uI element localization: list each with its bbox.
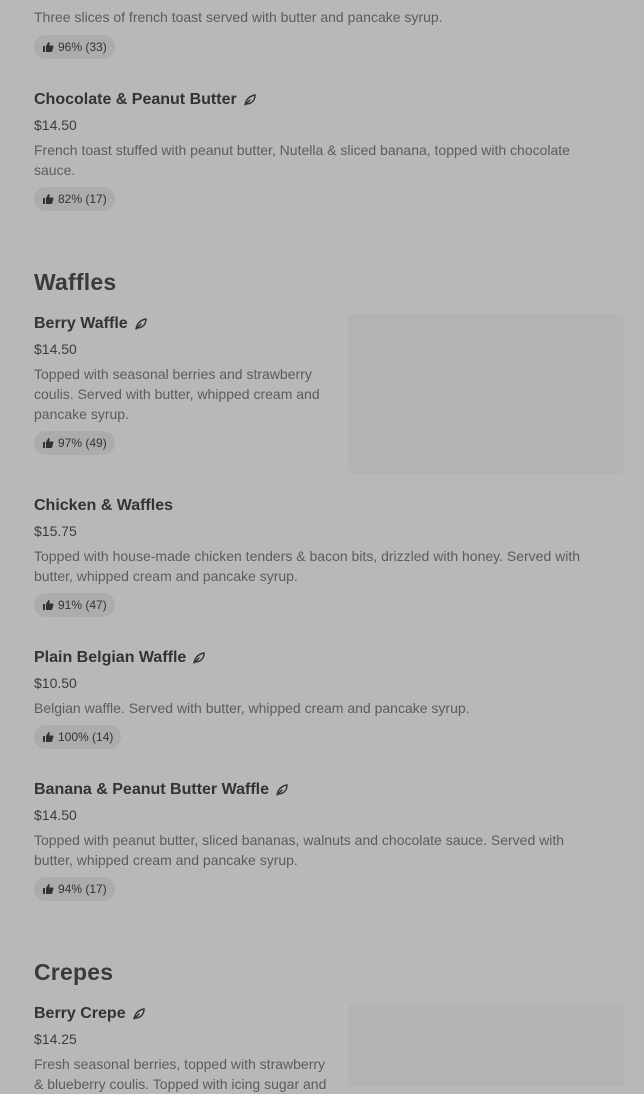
leaf-icon: [134, 318, 147, 330]
rating-text: 97% (49): [58, 436, 107, 450]
item-name: Plain Belgian Waffle: [34, 649, 187, 666]
menu-item[interactable]: Chicken & Waffles $15.75 Topped with hou…: [34, 496, 614, 586]
item-description: Topped with peanut butter, sliced banana…: [34, 832, 565, 868]
item-name-row: Banana & Peanut Butter Waffle: [34, 780, 614, 800]
item-name-row: Berry Crepe: [34, 1004, 334, 1024]
item-description: Belgian waffle. Served with butter, whip…: [34, 700, 470, 716]
rating-text: 96% (33): [58, 40, 107, 54]
menu-item[interactable]: Berry Crepe $14.25 Fresh seasonal berrie…: [34, 1004, 334, 1094]
item-price: $14.50: [34, 341, 77, 357]
item-name-row: Chicken & Waffles: [34, 496, 614, 516]
rating-badge: 91% (47): [34, 593, 115, 617]
item-description: Topped with house-made chicken tenders &…: [34, 548, 581, 584]
thumbs-up-icon: [43, 438, 54, 448]
item-name-row: Chocolate & Peanut Butter: [34, 90, 614, 110]
rating-text: 100% (14): [58, 730, 114, 744]
thumbs-up-icon: [43, 42, 54, 52]
item-price: $10.50: [34, 675, 77, 691]
leaf-icon: [132, 1008, 145, 1020]
menu-page: Three slices of french toast served with…: [0, 0, 644, 1092]
item-name: Berry Waffle: [34, 315, 128, 332]
item-image[interactable]: [348, 314, 624, 474]
item-name: Chocolate & Peanut Butter: [34, 91, 237, 108]
section-title-crepes: Crepes: [34, 959, 114, 985]
rating-badge: 96% (33): [34, 35, 115, 59]
rating-text: 82% (17): [58, 192, 107, 206]
item-description: Three slices of french toast served with…: [34, 9, 443, 25]
item-name-row: Berry Waffle: [34, 314, 334, 334]
rating-badge: 97% (49): [34, 431, 115, 455]
item-name: Berry Crepe: [34, 1005, 126, 1022]
item-price: $15.75: [34, 523, 77, 539]
thumbs-up-icon: [43, 732, 54, 742]
menu-item[interactable]: Banana & Peanut Butter Waffle $14.50 Top…: [34, 780, 614, 870]
rating-text: 91% (47): [58, 598, 107, 612]
item-price: $14.50: [34, 807, 77, 823]
item-name: Banana & Peanut Butter Waffle: [34, 781, 269, 798]
leaf-icon: [243, 94, 256, 106]
section-title-waffles: Waffles: [34, 269, 117, 295]
item-description: Topped with seasonal berries and strawbe…: [34, 366, 320, 422]
menu-item[interactable]: Chocolate & Peanut Butter $14.50 French …: [34, 90, 614, 180]
item-name-row: Plain Belgian Waffle: [34, 648, 614, 668]
item-description: Fresh seasonal berries, topped with stra…: [34, 1056, 327, 1092]
leaf-icon: [193, 652, 206, 664]
item-price: $14.50: [34, 117, 77, 133]
item-description: French toast stuffed with peanut butter,…: [34, 142, 570, 178]
item-price: $14.25: [34, 1031, 77, 1047]
thumbs-up-icon: [43, 884, 54, 894]
menu-item[interactable]: Berry Waffle $14.50 Topped with seasonal…: [34, 314, 334, 424]
rating-text: 94% (17): [58, 882, 107, 896]
rating-badge: 94% (17): [34, 877, 115, 901]
menu-item[interactable]: Plain Belgian Waffle $10.50 Belgian waff…: [34, 648, 614, 718]
rating-badge: 100% (14): [34, 725, 122, 749]
item-name: Chicken & Waffles: [34, 497, 173, 514]
rating-badge: 82% (17): [34, 187, 115, 211]
leaf-icon: [276, 784, 288, 796]
thumbs-up-icon: [43, 600, 54, 610]
thumbs-up-icon: [43, 194, 54, 204]
item-image[interactable]: [348, 1004, 624, 1086]
